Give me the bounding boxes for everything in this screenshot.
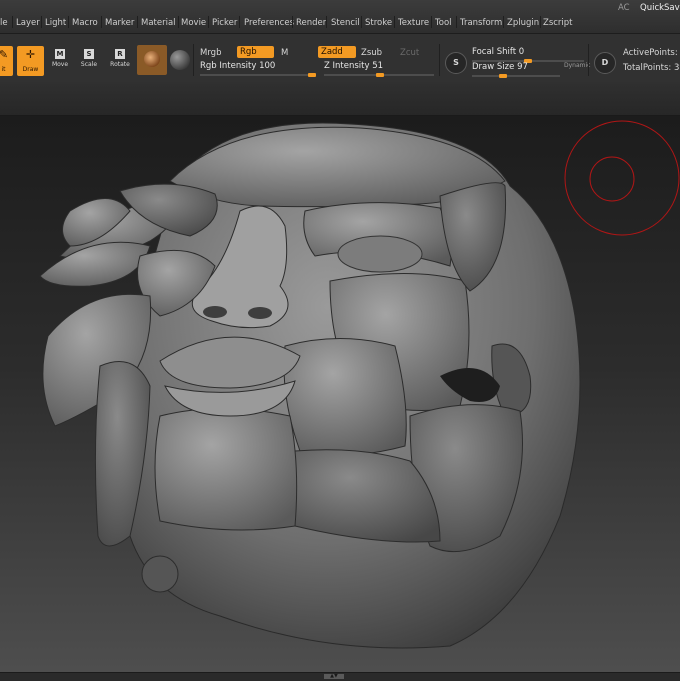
menu-divider <box>137 16 138 28</box>
menu-item-material[interactable]: Material <box>141 18 176 28</box>
menu-divider <box>292 16 293 28</box>
menu-item-movie[interactable]: Movie <box>181 18 206 28</box>
focal-shift-label: Focal Shift <box>472 47 517 57</box>
rgb-intensity-label: Rgb Intensity <box>200 61 257 71</box>
move-label: Move <box>51 61 69 68</box>
viewport-canvas[interactable] <box>0 116 680 672</box>
scale-label: Scale <box>80 61 98 68</box>
chin-plate-front <box>154 408 298 531</box>
menu-bar: le Layer Light Macro Marker Material Mov… <box>0 0 680 34</box>
menu-divider <box>178 16 179 28</box>
menu-item-macro[interactable]: Macro <box>72 18 98 28</box>
s-brush-icon[interactable]: S <box>445 52 467 74</box>
draw-size-slider[interactable]: Draw Size 97 <box>472 62 560 78</box>
menu-item-stroke[interactable]: Stroke <box>365 18 392 28</box>
chin-knob <box>141 555 179 593</box>
z-intensity-knob[interactable] <box>376 73 385 77</box>
scale-icon: S <box>84 49 94 59</box>
mrgb-toggle[interactable]: Mrgb <box>200 48 221 58</box>
rgb-intensity-value: 100 <box>259 61 276 71</box>
draw-size-label: Draw Size <box>472 62 515 72</box>
quicksave-button[interactable]: QuickSave <box>640 3 680 13</box>
draw-label: Draw <box>22 66 39 73</box>
menu-item-file[interactable]: le <box>0 18 8 28</box>
dynamic-toggle[interactable]: Dynamic <box>564 62 590 69</box>
document-tab-strip <box>0 82 680 116</box>
draw-crosshair-icon: ✛ <box>25 48 36 61</box>
menu-item-tool[interactable]: Tool <box>435 18 452 28</box>
menu-divider <box>12 16 13 28</box>
brush-cursor-inner <box>589 156 635 202</box>
nostril-left <box>203 306 227 318</box>
rotate-button[interactable]: R Rotate <box>107 46 133 76</box>
menu-item-marker[interactable]: Marker <box>105 18 134 28</box>
focal-shift-slider[interactable]: Focal Shift 0 <box>472 47 584 63</box>
menu-divider <box>394 16 395 28</box>
menu-item-preferences[interactable]: Preferences <box>244 18 294 28</box>
zadd-toggle[interactable]: Zadd <box>318 46 356 58</box>
menu-item-picker[interactable]: Picker <box>212 18 237 28</box>
menu-item-layer[interactable]: Layer <box>16 18 40 28</box>
menu-divider <box>239 16 240 28</box>
ac-toggle[interactable]: AC <box>618 3 630 13</box>
rgb-intensity-slider[interactable]: Rgb Intensity 100 <box>200 61 316 77</box>
menu-divider <box>101 16 102 28</box>
rotate-label: Rotate <box>110 61 130 68</box>
bottom-shelf-handle[interactable]: ▲▼ <box>324 674 344 679</box>
menu-item-texture[interactable]: Texture <box>398 18 429 28</box>
nostril-right <box>248 307 272 319</box>
menu-item-stencil[interactable]: Stencil <box>331 18 360 28</box>
total-points-readout: TotalPoints: 394, <box>623 63 680 73</box>
menu-divider <box>326 16 327 28</box>
menu-divider <box>456 16 457 28</box>
move-icon: M <box>55 49 65 59</box>
menu-divider <box>361 16 362 28</box>
z-intensity-slider[interactable]: Z Intensity 51 <box>324 61 434 77</box>
eye-right <box>337 235 423 273</box>
menu-divider <box>41 16 42 28</box>
menu-divider <box>540 16 541 28</box>
shelf-divider <box>588 44 589 76</box>
rgb-toggle[interactable]: Rgb <box>237 46 274 58</box>
edit-brush-icon: ✎ <box>0 48 9 61</box>
z-intensity-value: 51 <box>372 61 384 71</box>
menu-divider <box>68 16 69 28</box>
draw-size-knob[interactable] <box>499 74 508 78</box>
edit-label: it <box>1 66 6 73</box>
draw-size-value: 97 <box>517 62 528 72</box>
move-button[interactable]: M Move <box>47 46 73 76</box>
shelf-divider <box>193 44 194 76</box>
sculpt-mesh <box>39 120 680 649</box>
d-brush-icon[interactable]: D <box>594 52 616 74</box>
material-sphere-icon <box>144 51 160 67</box>
m-toggle[interactable]: M <box>281 48 288 58</box>
matcap-icon[interactable] <box>170 50 190 70</box>
cheek-plate-center <box>283 338 407 456</box>
menu-divider <box>208 16 209 28</box>
shelf-divider <box>439 44 440 76</box>
draw-size-track <box>472 75 560 77</box>
brush-cursor-outer <box>564 120 680 236</box>
rgb-intensity-knob[interactable] <box>308 73 316 77</box>
active-points-readout: ActivePoints: 297 <box>623 48 680 58</box>
menu-item-transform[interactable]: Transform <box>460 18 502 28</box>
scale-button[interactable]: S Scale <box>76 46 102 76</box>
rotate-icon: R <box>115 49 125 59</box>
menu-item-zscript[interactable]: Zscript <box>543 18 573 28</box>
menu-divider <box>503 16 504 28</box>
focal-shift-value: 0 <box>518 47 525 57</box>
eye-petal-left-2 <box>39 241 151 287</box>
menu-item-render[interactable]: Render <box>296 18 326 28</box>
material-button[interactable] <box>137 45 167 75</box>
z-intensity-label: Z Intensity <box>324 61 370 71</box>
zcut-toggle[interactable]: Zcut <box>400 48 419 58</box>
rgb-intensity-track <box>200 74 316 76</box>
menu-item-light[interactable]: Light <box>45 18 66 28</box>
edit-button[interactable]: ✎ it <box>0 46 13 76</box>
menu-item-zplugin[interactable]: Zplugin <box>507 18 539 28</box>
menu-divider <box>431 16 432 28</box>
draw-button[interactable]: ✛ Draw <box>17 46 44 76</box>
zsub-toggle[interactable]: Zsub <box>361 48 382 58</box>
